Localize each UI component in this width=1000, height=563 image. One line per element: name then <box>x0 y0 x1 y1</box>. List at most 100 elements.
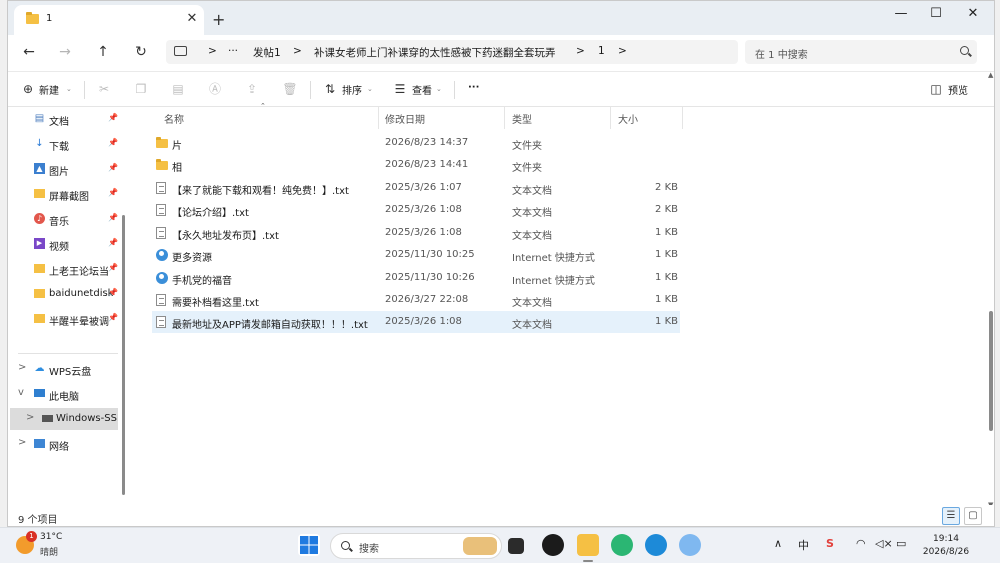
breadcrumb-item[interactable]: 1 <box>598 45 605 57</box>
file-row[interactable]: 【来了就能下载和观看！纯免费！】.txt 2025/3/26 1:07 文本文档… <box>152 177 680 199</box>
sidebar-item-windows-ssd[interactable]: > Windows-SSD <box>10 408 118 430</box>
cloud-app-icon[interactable] <box>679 534 701 556</box>
close-tab-icon[interactable]: ✕ <box>184 11 200 27</box>
sidebar-item-pictures[interactable]: ▲ 图片 📌 <box>8 158 120 180</box>
taskbar-search[interactable]: 搜索 <box>330 533 502 559</box>
file-explorer-icon[interactable] <box>577 534 599 556</box>
address-bar[interactable]: > ··· 发帖1 > 补课女老师上门补课穿的太性感被下药迷翻全套玩弄 > 1 … <box>166 40 738 64</box>
file-date: 2025/11/30 10:25 <box>385 249 475 260</box>
cut-icon[interactable]: ✂ <box>96 81 112 97</box>
new-tab-button[interactable]: + <box>212 10 225 29</box>
volume-icon[interactable]: ◁× <box>875 537 893 550</box>
ime-indicator[interactable]: 中 <box>798 537 809 553</box>
tiles-view-icon[interactable]: ▢ <box>964 507 982 525</box>
sidebar-item-music[interactable]: ♪ 音乐 📌 <box>8 208 120 230</box>
sidebar-item-videos[interactable]: ▶ 视频 📌 <box>8 233 120 255</box>
minimize-button[interactable]: — <box>888 5 914 23</box>
file-row[interactable]: 相 2026/8/23 14:41 文件夹 <box>152 154 680 176</box>
sidebar-scrollbar[interactable] <box>122 215 125 495</box>
file-row[interactable]: 【永久地址发布页】.txt 2025/3/26 1:08 文本文档 1 KB <box>152 222 680 244</box>
preview-button[interactable]: 预览 <box>948 82 968 97</box>
tab-folder-1[interactable]: 1 ✕ <box>14 5 204 35</box>
delete-icon[interactable]: 🗑 <box>282 81 298 97</box>
wifi-icon[interactable]: ◠ <box>856 537 866 550</box>
column-header-name[interactable]: 名称 <box>164 111 184 126</box>
new-button[interactable]: 新建 <box>39 82 59 97</box>
file-row[interactable]: 【论坛介绍】.txt 2025/3/26 1:08 文本文档 2 KB <box>152 199 680 221</box>
chevron-up-icon[interactable]: ∧ <box>774 537 782 550</box>
sidebar-item-folder[interactable]: 半醒半晕被调 📌 <box>8 308 120 330</box>
sidebar-item-folder[interactable]: 上老王论坛当 📌 <box>8 258 120 280</box>
share-icon[interactable]: ⇪ <box>244 81 260 97</box>
main-scrollbar[interactable]: ▲ ▼ <box>988 71 994 511</box>
task-view-icon[interactable] <box>508 538 524 554</box>
navigation-pane: ▤ 文档 📌 ↓ 下载 📌 ▲ 图片 📌 屏幕截图 📌 ♪ 音乐 📌 ▶ 视频 … <box>8 107 130 507</box>
maximize-button[interactable]: ☐ <box>923 5 949 23</box>
text-file-icon <box>156 227 166 239</box>
chevron-down-icon: ⌄ <box>66 85 72 93</box>
clock[interactable]: 19:14 2026/8/26 <box>920 533 972 559</box>
view-button[interactable]: 查看 <box>412 82 432 97</box>
file-row[interactable]: 片 2026/8/23 14:37 文件夹 <box>152 132 680 154</box>
file-row[interactable]: 更多资源 2025/11/30 10:25 Internet 快捷方式 1 KB <box>152 244 680 266</box>
picture-icon: ▲ <box>34 163 45 174</box>
pin-icon: 📌 <box>108 213 118 222</box>
chevron-down-icon[interactable]: v <box>18 387 24 398</box>
breadcrumb-overflow[interactable]: ··· <box>228 45 238 57</box>
more-options-button[interactable]: ··· <box>468 82 479 93</box>
sidebar-item-screenshots[interactable]: 屏幕截图 📌 <box>8 183 120 205</box>
chevron-right-icon[interactable]: > <box>18 437 26 448</box>
sidebar-item-downloads[interactable]: ↓ 下载 📌 <box>8 133 120 155</box>
refresh-button[interactable]: ↻ <box>130 42 152 62</box>
chevron-right-icon[interactable]: > <box>26 412 34 423</box>
sidebar-item-network[interactable]: > 网络 <box>8 433 120 455</box>
weather-temperature[interactable]: 31°C <box>40 532 62 542</box>
forward-button[interactable]: → <box>54 42 76 62</box>
sidebar-item-this-pc[interactable]: v 此电脑 <box>8 383 120 405</box>
computer-icon <box>34 389 45 397</box>
breadcrumb-item[interactable]: 发帖1 <box>253 45 281 60</box>
chevron-right-icon[interactable]: > <box>18 362 26 373</box>
scroll-up-icon[interactable]: ▲ <box>988 71 993 79</box>
sidebar-item-baidunetdisk[interactable]: baidunetdisk 📌 <box>8 283 120 305</box>
breadcrumb-item[interactable]: 补课女老师上门补课穿的太性感被下药迷翻全套玩弄 <box>314 45 556 60</box>
search-icon <box>960 46 969 55</box>
copy-icon[interactable]: ❐ <box>133 81 149 97</box>
qq-icon[interactable] <box>542 534 564 556</box>
column-divider[interactable] <box>682 107 683 129</box>
rename-icon[interactable]: Ⓐ <box>207 81 223 97</box>
sidebar-item-wps-cloud[interactable]: > ☁ WPS云盘 <box>8 358 120 380</box>
back-button[interactable]: ← <box>18 42 40 62</box>
sort-button[interactable]: 排序 <box>342 82 362 97</box>
edge-browser-icon[interactable] <box>645 534 667 556</box>
chat-app-icon[interactable] <box>611 534 633 556</box>
status-bar: 9 个项目 ☰ ▢ <box>8 505 994 526</box>
file-name: 最新地址及APP请发邮箱自动获取！！！.txt <box>172 320 368 331</box>
search-box[interactable]: 在 1 中搜索 <box>745 40 977 64</box>
pin-icon: 📌 <box>108 188 118 197</box>
column-divider[interactable] <box>378 107 379 129</box>
file-date: 2025/3/26 1:07 <box>385 182 462 193</box>
file-row[interactable]: 手机党的福音 2025/11/30 10:26 Internet 快捷方式 1 … <box>152 267 680 289</box>
column-header-size[interactable]: 大小 <box>618 111 638 126</box>
column-divider[interactable] <box>610 107 611 129</box>
column-header-type[interactable]: 类型 <box>512 111 532 126</box>
pin-icon: 📌 <box>108 263 118 272</box>
file-row[interactable]: 最新地址及APP请发邮箱自动获取！！！.txt 2025/3/26 1:08 文… <box>152 311 680 333</box>
details-view-icon[interactable]: ☰ <box>942 507 960 525</box>
weather-condition[interactable]: 晴朗 <box>40 545 58 558</box>
file-row[interactable]: 需要补档看这里.txt 2026/3/27 22:08 文本文档 1 KB <box>152 289 680 311</box>
file-date: 2025/3/26 1:08 <box>385 316 462 327</box>
sort-icon: ⇅ <box>324 82 336 96</box>
close-window-button[interactable]: ✕ <box>960 5 986 23</box>
start-button[interactable] <box>298 534 320 556</box>
column-divider[interactable] <box>504 107 505 129</box>
paste-icon[interactable]: ▤ <box>170 81 186 97</box>
column-header-date[interactable]: 修改日期 <box>385 111 425 126</box>
document-icon: ▤ <box>34 113 45 124</box>
scrollbar-thumb[interactable] <box>989 311 993 431</box>
up-button[interactable]: ↑ <box>92 42 114 62</box>
wps-tray-icon[interactable]: S <box>826 537 834 550</box>
sidebar-item-documents[interactable]: ▤ 文档 📌 <box>8 108 120 130</box>
battery-icon[interactable]: ▭ <box>896 537 906 550</box>
